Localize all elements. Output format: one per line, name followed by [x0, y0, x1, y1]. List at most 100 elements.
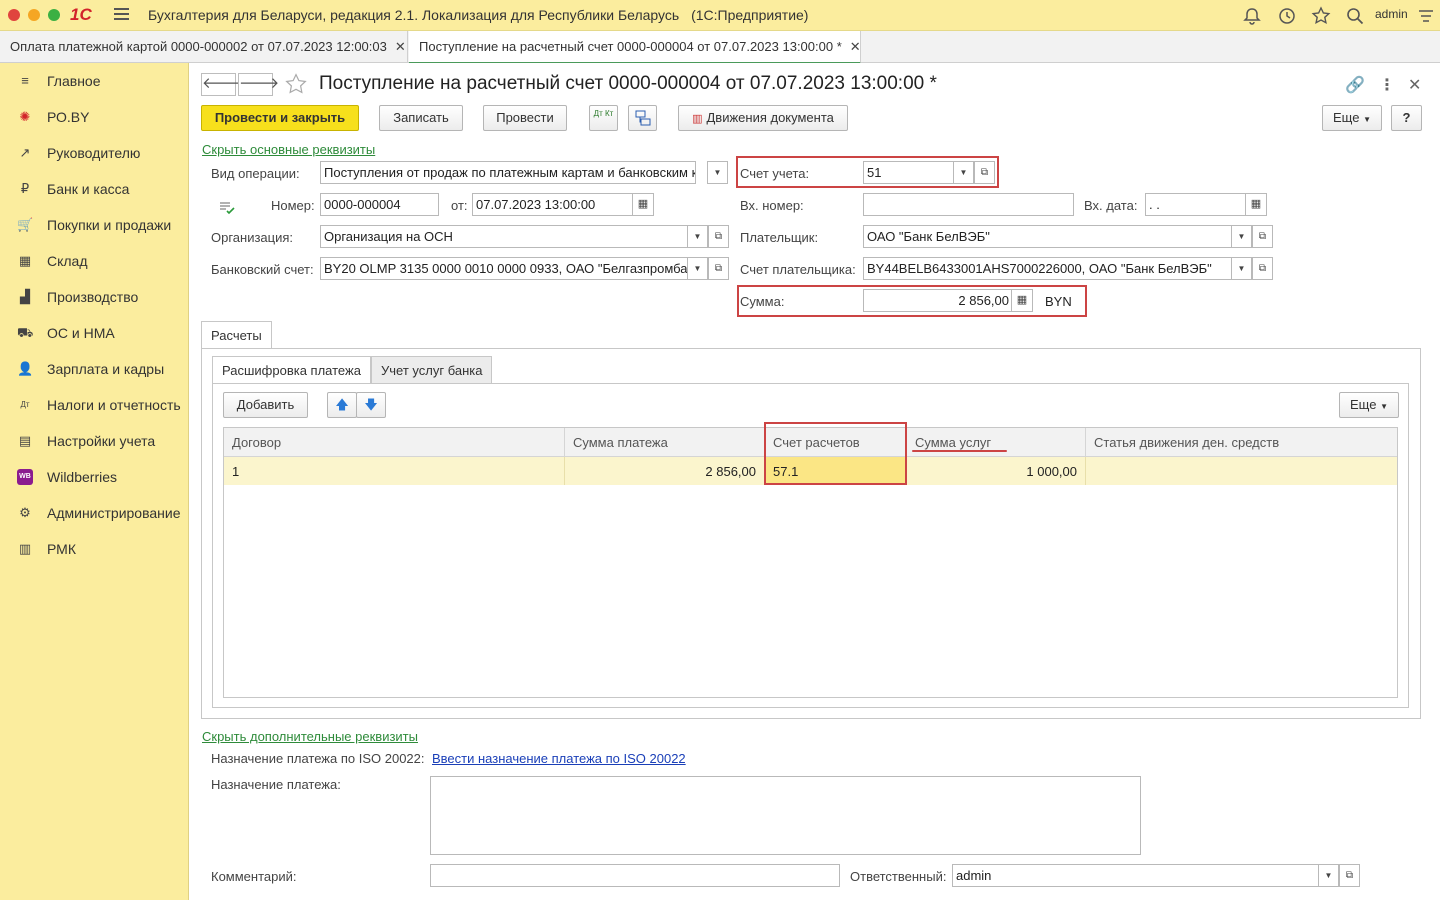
account-dropdown-icon[interactable]: ▼	[953, 161, 974, 184]
number-edit-icon[interactable]	[219, 201, 235, 215]
sidebar-item-assets[interactable]: ⛟ ОС и НМА	[0, 315, 189, 351]
sidebar-item-warehouse[interactable]: ▦ Склад	[0, 243, 189, 279]
payer-account-dropdown-icon[interactable]: ▼	[1231, 257, 1252, 280]
sidebar-item-admin[interactable]: ⚙ Администрирование	[0, 495, 189, 531]
post-and-close-button[interactable]: Провести и закрыть	[201, 105, 359, 131]
payer-dropdown-icon[interactable]: ▼	[1231, 225, 1252, 248]
bank-account-dropdown-icon[interactable]: ▼	[687, 257, 708, 280]
minimize-window-icon[interactable]	[28, 9, 40, 21]
purpose-textarea[interactable]	[430, 776, 1141, 855]
move-down-button[interactable]: 🡇	[356, 392, 386, 418]
link-icon[interactable]: 🔗	[1345, 75, 1365, 95]
more-vert-icon[interactable]: ⋮	[1379, 75, 1395, 95]
history-icon[interactable]	[1277, 6, 1297, 26]
payer-open-icon[interactable]: ⧉	[1252, 225, 1273, 248]
settings-menu-icon[interactable]	[1416, 6, 1436, 26]
cell-cash-flow-item[interactable]	[1086, 457, 1397, 485]
current-user[interactable]: admin	[1375, 7, 1408, 21]
responsible-dropdown-icon[interactable]: ▼	[1318, 864, 1339, 887]
organization-dropdown-icon[interactable]: ▼	[687, 225, 708, 248]
back-button[interactable]: 🡐	[201, 73, 242, 96]
responsible-label: Ответственный:	[850, 869, 947, 884]
dt-kt-icon: Дт	[20, 400, 30, 409]
more-button[interactable]: Еще ▼	[1322, 105, 1382, 131]
sidebar-item-main[interactable]: ≡ Главное	[0, 63, 189, 99]
sidebar-item-label: Покупки и продажи	[47, 217, 172, 233]
help-button[interactable]: ?	[1391, 105, 1422, 131]
sidebar-item-taxes[interactable]: Дт Налоги и отчетность	[0, 387, 189, 423]
forward-button[interactable]: 🡒	[238, 73, 279, 96]
tab-close-icon[interactable]: ✕	[850, 39, 861, 54]
currency-label: BYN	[1045, 294, 1072, 309]
col-contract[interactable]: Договор	[224, 428, 565, 457]
sidebar-item-purchases[interactable]: 🛒 Покупки и продажи	[0, 207, 189, 243]
payer-account-field[interactable]: BY44BELB6433001AHS7000226000, ОАО "Банк …	[863, 257, 1232, 280]
bank-account-field[interactable]: BY20 OLMP 3135 0000 0010 0000 0933, ОАО …	[320, 257, 688, 280]
main-menu-icon[interactable]	[114, 8, 129, 21]
cell-payment-sum[interactable]: 2 856,00	[565, 457, 765, 485]
tab-payment-card[interactable]: Оплата платежной картой 0000-000002 от 0…	[0, 31, 408, 63]
iso-purpose-link[interactable]: Ввести назначение платежа по ISO 20022	[432, 751, 686, 766]
table-more-button[interactable]: Еще ▼	[1339, 392, 1399, 418]
tab-close-icon[interactable]: ✕	[395, 39, 406, 54]
organization-open-icon[interactable]: ⧉	[708, 225, 729, 248]
payer-field[interactable]: ОАО "Банк БелВЭБ"	[863, 225, 1232, 248]
add-button[interactable]: Добавить	[223, 392, 308, 418]
sidebar-item-salary[interactable]: 👤 Зарплата и кадры	[0, 351, 189, 387]
bank-account-open-icon[interactable]: ⧉	[708, 257, 729, 280]
structure-button[interactable]	[628, 105, 657, 131]
sidebar-item-production[interactable]: ▟ Производство	[0, 279, 189, 315]
sidebar-item-label: Главное	[47, 73, 101, 89]
tab-calculations[interactable]: Расчеты	[201, 321, 272, 349]
search-icon[interactable]	[1345, 6, 1365, 26]
responsible-open-icon[interactable]: ⧉	[1339, 864, 1360, 887]
close-window-icon[interactable]	[8, 9, 20, 21]
operation-field[interactable]: Поступления от продаж по платежным карта…	[320, 161, 696, 184]
sidebar-item-manager[interactable]: ↗ Руководителю	[0, 135, 189, 171]
calendar-icon[interactable]: ▦	[632, 193, 654, 216]
document-movements-button[interactable]: ▥ Движения документа	[678, 105, 848, 131]
save-button[interactable]: Записать	[379, 105, 463, 131]
sidebar-item-bank[interactable]: ₽ Банк и касса	[0, 171, 189, 207]
sidebar-item-wildberries[interactable]: WB Wildberries	[0, 459, 189, 495]
responsible-field[interactable]: admin	[952, 864, 1319, 887]
incoming-calendar-icon[interactable]: ▦	[1245, 193, 1267, 216]
hide-extra-requisites-link[interactable]: Скрыть дополнительные реквизиты	[202, 729, 418, 744]
incoming-date-field[interactable]: . .	[1145, 193, 1246, 216]
dt-kt-button[interactable]: Дт Кт	[589, 105, 618, 131]
page-title: Поступление на расчетный счет 0000-00000…	[319, 73, 937, 94]
maximize-window-icon[interactable]	[48, 9, 60, 21]
sidebar-item-label: ОС и НМА	[47, 325, 115, 341]
account-open-icon[interactable]: ⧉	[974, 161, 995, 184]
favorite-star-icon[interactable]	[285, 73, 307, 95]
number-field[interactable]: 0000-000004	[320, 193, 439, 216]
payer-account-open-icon[interactable]: ⧉	[1252, 257, 1273, 280]
col-payment-sum[interactable]: Сумма платежа	[565, 428, 765, 457]
hide-main-requisites-link[interactable]: Скрыть основные реквизиты	[202, 142, 375, 157]
tab-payment-decode[interactable]: Расшифровка платежа	[212, 356, 371, 384]
star-icon[interactable]	[1311, 6, 1331, 26]
date-field[interactable]: 07.07.2023 13:00:00	[472, 193, 633, 216]
col-cash-flow-item[interactable]: Статья движения ден. средств	[1086, 428, 1397, 457]
cell-contract[interactable]: 1	[224, 457, 565, 485]
sum-field[interactable]: 2 856,00	[863, 289, 1012, 312]
organization-field[interactable]: Организация на ОСН	[320, 225, 688, 248]
operation-dropdown-icon[interactable]: ▼	[707, 161, 728, 184]
tab-receipt-account[interactable]: Поступление на расчетный счет 0000-00000…	[409, 31, 861, 64]
sidebar-item-label: Банк и касса	[47, 181, 130, 197]
tab-bank-services[interactable]: Учет услуг банка	[371, 356, 493, 384]
sidebar-item-settings[interactable]: ▤ Настройки учета	[0, 423, 189, 459]
col-services-sum[interactable]: Сумма услуг	[907, 428, 1086, 457]
post-button[interactable]: Провести	[483, 105, 567, 131]
comment-field[interactable]	[430, 864, 840, 887]
incoming-number-field[interactable]	[863, 193, 1074, 216]
sidebar-item-rmk[interactable]: ▥ РМК	[0, 531, 189, 567]
sidebar-item-roby[interactable]: ✺ РО.BY	[0, 99, 189, 135]
calculator-icon[interactable]: ▦	[1011, 289, 1033, 312]
close-form-icon[interactable]: ✕	[1408, 75, 1421, 95]
bell-icon[interactable]	[1242, 6, 1262, 26]
move-up-button[interactable]: 🡅	[327, 392, 357, 418]
cell-services-sum[interactable]: 1 000,00	[907, 457, 1086, 485]
register-icon: ▥	[18, 541, 32, 556]
account-field[interactable]: 51	[863, 161, 954, 184]
